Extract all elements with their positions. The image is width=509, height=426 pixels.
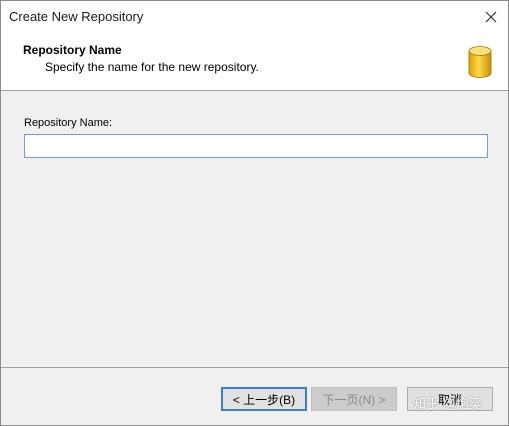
back-button[interactable]: < 上一步(B) <box>221 387 307 411</box>
close-icon <box>485 11 497 23</box>
window-title: Create New Repository <box>9 9 144 24</box>
next-button[interactable]: 下一页(N) > <box>311 387 397 411</box>
close-button[interactable] <box>474 1 508 33</box>
create-repository-dialog: Create New Repository Repository Name Sp… <box>0 0 509 426</box>
footer-divider <box>1 367 508 368</box>
wizard-header: Repository Name Specify the name for the… <box>1 33 508 91</box>
database-icon <box>468 46 492 78</box>
title-bar: Create New Repository <box>1 1 508 33</box>
repository-name-input[interactable] <box>24 134 488 158</box>
page-subtitle: Specify the name for the new repository. <box>45 60 259 74</box>
cancel-button[interactable]: 取消 <box>407 387 493 411</box>
page-title: Repository Name <box>23 43 122 57</box>
repository-name-label: Repository Name: <box>24 117 113 129</box>
